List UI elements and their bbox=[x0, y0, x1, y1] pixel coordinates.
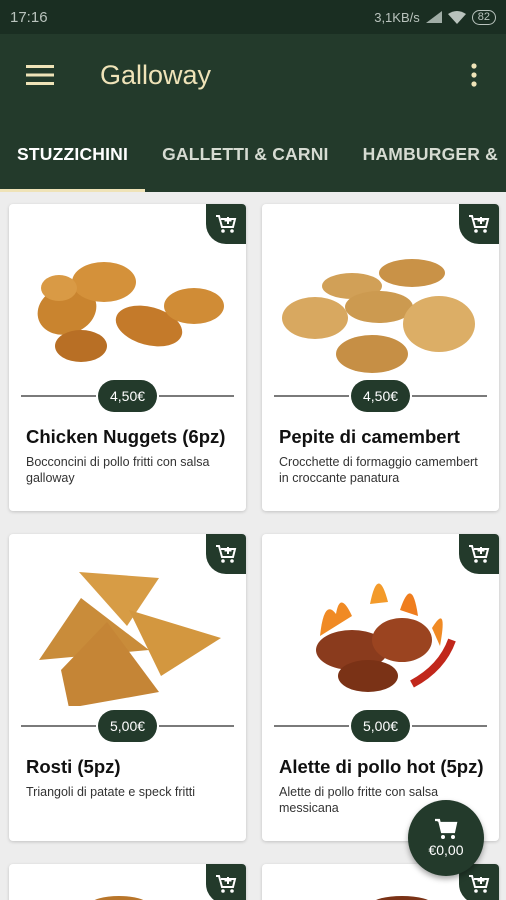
divider bbox=[159, 395, 235, 397]
divider bbox=[412, 395, 488, 397]
price-row: 4,50€ bbox=[21, 380, 235, 412]
status-indicators: 3,1KB/s 82 bbox=[374, 9, 496, 25]
network-speed: 3,1KB/s bbox=[374, 9, 420, 25]
tab-hamburger[interactable]: HAMBURGER & bbox=[346, 116, 506, 192]
product-card[interactable] bbox=[9, 864, 246, 900]
rosti-image bbox=[39, 572, 221, 706]
divider bbox=[274, 395, 349, 397]
price-badge: 5,00€ bbox=[350, 710, 411, 742]
product-card[interactable]: 5,00€ Alette di pollo hot (5pz) Alette d… bbox=[262, 534, 499, 841]
product-name: Chicken Nuggets (6pz) bbox=[26, 426, 226, 447]
divider bbox=[21, 725, 96, 727]
product-card[interactable]: 4,50€ Chicken Nuggets (6pz) Bocconcini d… bbox=[9, 204, 246, 511]
cart-icon bbox=[435, 818, 458, 839]
divider bbox=[412, 725, 488, 727]
app-title: Galloway bbox=[100, 59, 212, 90]
more-options-button[interactable] bbox=[454, 45, 494, 105]
signal-icon bbox=[425, 11, 442, 23]
tab-stuzzichini[interactable]: STUZZICHINI bbox=[0, 116, 146, 192]
product-image-partial bbox=[94, 896, 144, 900]
divider bbox=[159, 725, 235, 727]
wifi-icon bbox=[447, 10, 466, 24]
product-description: Bocconcini di pollo fritti con salsa gal… bbox=[26, 455, 210, 485]
add-cart-icon bbox=[469, 875, 490, 893]
menu-button[interactable] bbox=[10, 45, 70, 105]
status-bar: 17:16 3,1KB/s 82 bbox=[0, 0, 506, 34]
add-to-cart-button[interactable] bbox=[206, 864, 246, 900]
chicken-nuggets-image bbox=[37, 262, 224, 362]
tab-galletti-carni[interactable]: GALLETTI & CARNI bbox=[145, 116, 346, 192]
cart-total-button[interactable]: €0,00 bbox=[408, 800, 484, 876]
price-row: 5,00€ bbox=[274, 710, 488, 742]
status-time: 17:16 bbox=[10, 8, 48, 26]
product-grid: 4,50€ Chicken Nuggets (6pz) Bocconcini d… bbox=[0, 192, 506, 900]
camembert-bites-image bbox=[282, 259, 475, 373]
product-card[interactable]: 4,50€ Pepite di camembert Crocchette di … bbox=[262, 204, 499, 511]
more-vert-icon bbox=[471, 63, 477, 87]
price-row: 5,00€ bbox=[21, 710, 235, 742]
product-name: Rosti (5pz) bbox=[26, 756, 121, 777]
battery-level: 82 bbox=[471, 9, 496, 25]
product-name: Alette di pollo hot (5pz) bbox=[279, 756, 484, 777]
product-description: Triangoli di patate e speck fritti bbox=[26, 785, 196, 799]
cart-total: €0,00 bbox=[428, 842, 464, 858]
price-badge: 4,50€ bbox=[97, 380, 158, 412]
hamburger-menu-icon bbox=[26, 65, 54, 85]
divider bbox=[274, 725, 349, 727]
add-cart-icon bbox=[216, 875, 237, 893]
price-badge: 4,50€ bbox=[350, 380, 411, 412]
divider bbox=[21, 395, 96, 397]
category-tabs: STUZZICHINI GALLETTI & CARNI HAMBURGER & bbox=[0, 116, 506, 192]
price-row: 4,50€ bbox=[274, 380, 488, 412]
chicken-wings-image bbox=[316, 583, 456, 692]
app-bar: Galloway bbox=[0, 34, 506, 116]
product-description: Crocchette di formaggio camembert in cro… bbox=[279, 455, 478, 485]
product-image-partial bbox=[376, 896, 428, 900]
product-card[interactable]: 5,00€ Rosti (5pz) Triangoli di patate e … bbox=[9, 534, 246, 841]
product-name: Pepite di camembert bbox=[279, 426, 460, 447]
price-badge: 5,00€ bbox=[97, 710, 158, 742]
